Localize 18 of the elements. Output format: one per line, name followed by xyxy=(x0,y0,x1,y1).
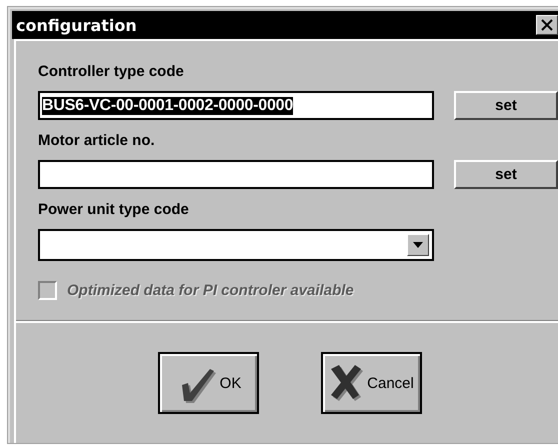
set-button[interactable]: set xyxy=(454,160,558,189)
field-value: BUS6-VC-00-0001-0002-0000-0000 xyxy=(42,96,294,114)
field-label: Power unit type code xyxy=(38,201,190,219)
ok-button[interactable]: OK xyxy=(158,352,259,414)
input-field[interactable]: BUS6-VC-00-0001-0002-0000-0000 xyxy=(38,91,434,120)
set-button[interactable]: set xyxy=(454,91,558,120)
field-label: Motor article no. xyxy=(38,132,156,150)
field-label: Controller type code xyxy=(38,63,185,81)
dropdown-field[interactable] xyxy=(38,229,434,261)
input-field[interactable] xyxy=(38,160,434,189)
close-icon xyxy=(541,19,553,31)
checkbox-label: Optimized data for PI controler available xyxy=(67,282,354,299)
cancel-button[interactable]: Cancel xyxy=(321,352,422,414)
cross-icon xyxy=(329,363,364,403)
dropdown-button[interactable] xyxy=(407,234,429,256)
window-title: configuration xyxy=(16,16,137,34)
caret-icon xyxy=(413,242,423,248)
close-button[interactable] xyxy=(536,15,558,35)
